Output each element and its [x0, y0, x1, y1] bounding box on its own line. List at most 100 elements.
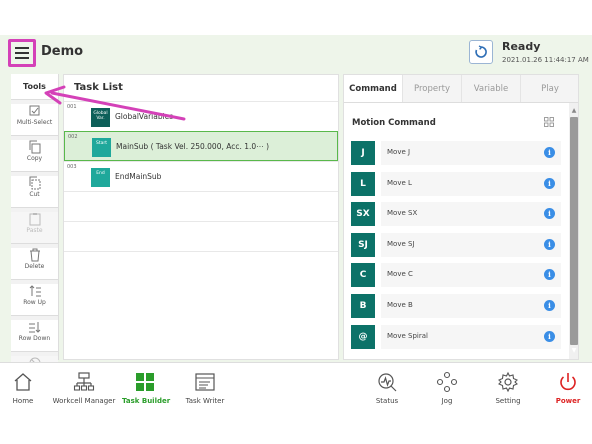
task-writer-icon: [195, 373, 215, 391]
menu-line-icon: [15, 47, 29, 49]
refresh-icon: [475, 45, 487, 58]
copy-icon: [29, 140, 40, 154]
scroll-down-icon[interactable]: ▼: [570, 347, 578, 355]
tool-label: Cut: [29, 191, 40, 198]
tool-label: Row Up: [23, 299, 46, 306]
grid-view-icon[interactable]: [544, 117, 554, 127]
task-type-badge: Start: [92, 138, 111, 157]
command-row[interactable]: Move J i: [381, 141, 561, 165]
tool-delete[interactable]: Delete: [11, 248, 58, 280]
task-row-text: MainSub ( Task Vel. 250.000, Acc. 1.0⋯ ): [116, 142, 269, 151]
command-label: Move SJ: [387, 239, 415, 248]
move-sj-icon: SJ: [351, 232, 375, 257]
task-type-badge: End: [91, 168, 110, 187]
hamburger-menu-button[interactable]: [8, 39, 36, 67]
power-icon: [560, 373, 576, 391]
command-row[interactable]: Move Spiral i: [381, 324, 561, 349]
cut-icon: [29, 176, 40, 190]
command-row[interactable]: Move C i: [381, 263, 561, 288]
command-label: Move Spiral: [387, 331, 428, 340]
app-title: Demo: [41, 44, 84, 59]
jog-icon: [436, 371, 458, 393]
command-item-move-l[interactable]: L Move L i: [351, 170, 561, 201]
task-row-number: 002: [68, 134, 78, 140]
nav-status[interactable]: Status: [371, 363, 403, 422]
info-icon[interactable]: i: [544, 269, 555, 281]
status-icon: [378, 373, 397, 392]
nav-task-writer-label: Task Writer: [185, 397, 225, 405]
command-row[interactable]: Move L i: [381, 171, 561, 196]
nav-power[interactable]: Power: [553, 363, 583, 422]
nav-home[interactable]: Home: [8, 363, 38, 422]
tool-copy[interactable]: Copy: [11, 140, 58, 172]
tool-label: Row Down: [18, 335, 51, 342]
nav-task-writer[interactable]: Task Writer: [183, 363, 227, 422]
command-panel-tabs: Command Property Variable Play: [344, 75, 578, 103]
command-item-move-j[interactable]: J Move J i: [351, 139, 561, 170]
move-l-icon: L: [351, 171, 375, 196]
tab-variable[interactable]: Variable: [462, 75, 521, 102]
command-item-move-spiral[interactable]: @ Move Spiral i: [351, 323, 561, 354]
task-row[interactable]: 002 Start MainSub ( Task Vel. 250.000, Acc…: [64, 131, 338, 161]
status-refresh-button[interactable]: [469, 40, 493, 64]
command-item-move-c[interactable]: C Move C i: [351, 261, 561, 292]
scroll-up-icon[interactable]: ▲: [570, 107, 578, 115]
command-row[interactable]: Move B i: [381, 293, 561, 318]
task-row-empty[interactable]: [64, 221, 338, 251]
info-icon[interactable]: i: [544, 208, 555, 220]
command-item-move-sj[interactable]: SJ Move SJ i: [351, 231, 561, 262]
command-label: Move J: [387, 148, 411, 156]
info-icon[interactable]: i: [544, 177, 555, 189]
move-b-icon: B: [351, 293, 375, 318]
nav-workcell-manager[interactable]: Workcell Manager: [52, 363, 116, 422]
paste-icon: [29, 213, 40, 226]
info-icon[interactable]: i: [544, 238, 555, 250]
nav-jog[interactable]: Jog: [433, 363, 461, 422]
status-timestamp: 2021.01.26 11:44:17 AM: [502, 56, 589, 64]
nav-power-label: Power: [555, 397, 581, 405]
menu-line-icon: [15, 52, 29, 54]
tool-row-up[interactable]: Row Up: [11, 284, 58, 316]
command-item-move-sx[interactable]: SX Move SX i: [351, 200, 561, 231]
info-icon[interactable]: i: [544, 299, 555, 311]
screenshot-frame: Demo Ready 2021.01.26 11:44:17 AM Tools …: [0, 0, 592, 444]
command-item-move-b[interactable]: B Move B i: [351, 292, 561, 323]
move-j-icon: J: [351, 141, 375, 165]
motion-command-list: J Move Ji L Move Li SX Move SX i SJ Move SJ i C Mov…: [351, 139, 561, 353]
move-spiral-icon: @: [351, 324, 375, 349]
nav-setting[interactable]: Setting: [493, 363, 523, 422]
task-row[interactable]: 003 End EndMainSub: [64, 161, 338, 191]
annotation-arrow-icon: [44, 85, 186, 121]
gear-icon: [498, 371, 518, 393]
info-icon[interactable]: i: [544, 147, 555, 158]
scroll-thumb[interactable]: [570, 117, 578, 345]
section-title: Motion Command: [352, 118, 436, 128]
tool-row-down[interactable]: Row Down: [11, 320, 58, 352]
nav-jog-label: Jog: [441, 397, 453, 405]
nav-home-label: Home: [12, 397, 34, 405]
command-label: Move C: [387, 270, 413, 279]
task-list-rows: 001 Global Var. GlobalVariables 002 Start Mai…: [64, 101, 338, 281]
task-row-empty[interactable]: [64, 251, 338, 281]
nav-status-label: Status: [375, 397, 399, 405]
task-row-empty[interactable]: [64, 191, 338, 221]
bottom-navigation: Home Workcell Manager Task Builder Task …: [0, 362, 592, 422]
tool-cut[interactable]: Cut: [11, 176, 58, 208]
nav-workcell-label: Workcell Manager: [52, 397, 116, 405]
command-row[interactable]: Move SX i: [381, 202, 561, 227]
tab-play[interactable]: Play: [521, 75, 578, 102]
nav-task-builder[interactable]: Task Builder: [122, 363, 170, 422]
command-panel: Command Property Variable Play Motion Comma…: [343, 74, 579, 360]
command-scrollbar[interactable]: ▲ ▼: [569, 103, 578, 359]
tab-property[interactable]: Property: [403, 75, 462, 102]
tab-command[interactable]: Command: [344, 75, 403, 102]
info-icon[interactable]: i: [544, 330, 555, 342]
command-row[interactable]: Move SJ i: [381, 232, 561, 257]
command-label: Move B: [387, 300, 413, 309]
row-up-icon: [29, 285, 41, 297]
tool-paste[interactable]: Paste: [11, 212, 58, 244]
nav-setting-label: Setting: [495, 397, 521, 405]
row-down-icon: [28, 322, 40, 333]
status-label: Ready: [502, 40, 541, 53]
task-row-text: EndMainSub: [115, 172, 162, 181]
